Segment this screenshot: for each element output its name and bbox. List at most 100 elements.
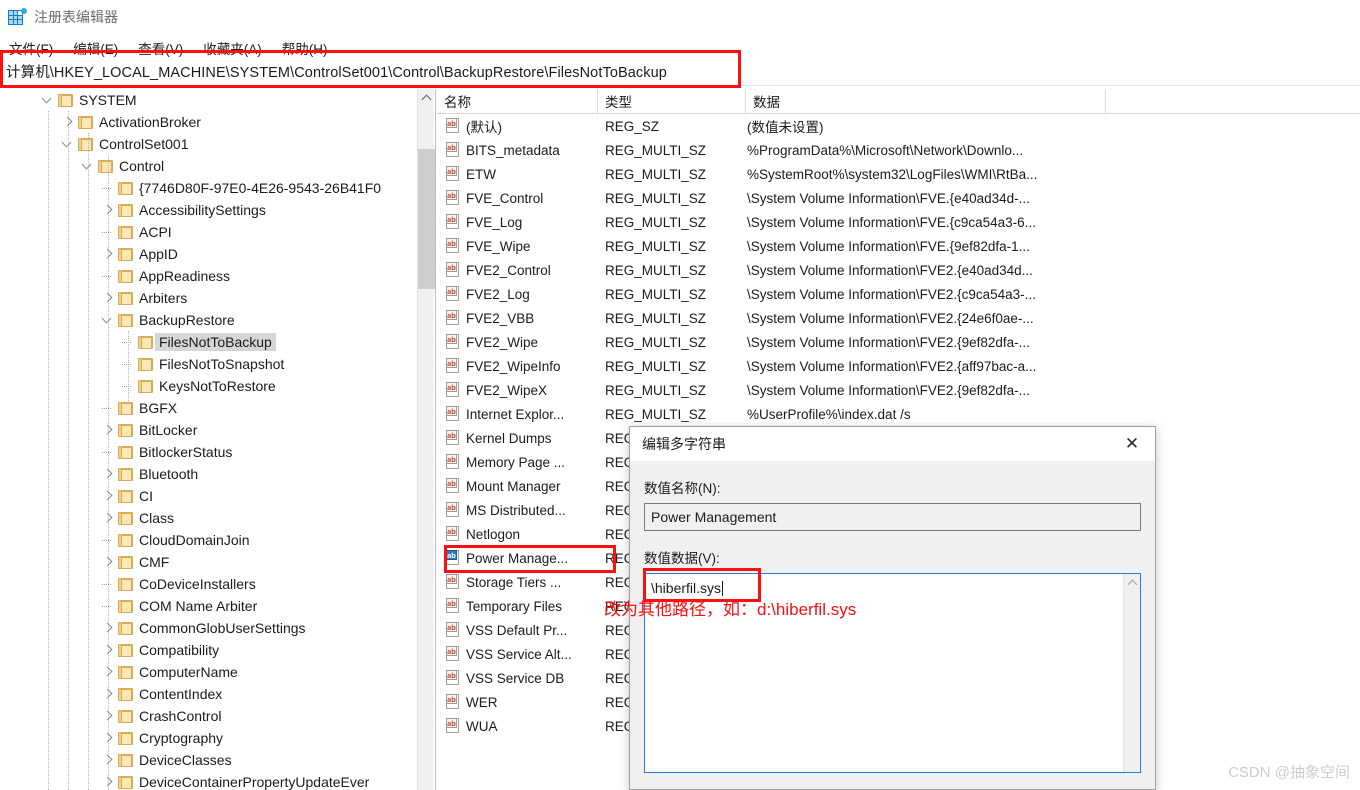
tree-item-clouddomainjoin[interactable]: CloudDomainJoin [0,529,420,551]
tree-item-arbiters[interactable]: Arbiters [0,287,420,309]
tree-item-computername[interactable]: ComputerName [0,661,420,683]
table-row[interactable]: ab (默认) REG_SZ (数值未设置) [437,114,1360,138]
folder-icon [118,643,133,657]
folder-icon [118,731,133,745]
tree-item-class[interactable]: Class [0,507,420,529]
cell-name: Netlogon [466,526,521,542]
tree-item-accessibilitysettings[interactable]: AccessibilitySettings [0,199,420,221]
tree-item-label: CrashControl [139,708,222,724]
tree-item-acpi[interactable]: ACPI [0,221,420,243]
textarea-scroll-up-icon[interactable] [1124,574,1140,591]
cell-data: (数值未设置) [747,120,824,135]
cell-name: FVE2_Control [466,262,551,278]
column-header-type[interactable]: 类型 [597,89,745,113]
cell-name: FVE_Wipe [466,238,531,254]
tree-item-devicecontainerpropertyupdateever[interactable]: DeviceContainerPropertyUpdateEver [0,771,420,790]
value-name-input[interactable]: Power Management [644,503,1141,531]
table-row[interactable]: ab FVE_Control REG_MULTI_SZ \System Volume … [437,186,1360,210]
address-bar[interactable]: 计算机\HKEY_LOCAL_MACHINE\SYSTEM\ControlSet… [0,58,1360,86]
tree-item-bluetooth[interactable]: Bluetooth [0,463,420,485]
column-header-name[interactable]: 名称 [437,89,597,113]
cell-name: FVE2_WipeInfo [466,358,561,374]
tree-item-com-name-arbiter[interactable]: COM Name Arbiter [0,595,420,617]
folder-icon [78,115,93,129]
scroll-up-icon[interactable] [418,89,435,106]
tree-item-controlset001[interactable]: ControlSet001 [0,133,420,155]
table-row[interactable]: ab FVE_Log REG_MULTI_SZ \System Volume Info… [437,210,1360,234]
cell-name: BITS_metadata [466,142,560,158]
tree-item-compatibility[interactable]: Compatibility [0,639,420,661]
tree-item-filesnottosnapshot[interactable]: FilesNotToSnapshot [0,353,420,375]
registry-editor-icon [8,8,27,26]
tree-item-7746d80f-97e0-4e26-9543-26b41f0[interactable]: {7746D80F-97E0-4E26-9543-26B41F0 [0,177,420,199]
table-row[interactable]: ab FVE2_Control REG_MULTI_SZ \System Volume… [437,258,1360,282]
tree-scrollbar-thumb[interactable] [418,149,435,289]
table-row[interactable]: ab ETW REG_MULTI_SZ %SystemRoot%\system32\L… [437,162,1360,186]
string-value-icon: ab [446,502,461,518]
tree-item-activationbroker[interactable]: ActivationBroker [0,111,420,133]
menu-favorites[interactable]: 收藏夹(A) [200,38,265,58]
folder-icon [118,709,133,723]
table-row[interactable]: ab FVE2_WipeX REG_MULTI_SZ \System Volume I… [437,378,1360,402]
table-row[interactable]: ab BITS_metadata REG_MULTI_SZ %ProgramData%… [437,138,1360,162]
tree-item-codeviceinstallers[interactable]: CoDeviceInstallers [0,573,420,595]
menu-bar: 文件(F) 编辑(E) 查看(V) 收藏夹(A) 帮助(H) [0,38,1360,58]
tree-item-deviceclasses[interactable]: DeviceClasses [0,749,420,771]
tree-item-cmf[interactable]: CMF [0,551,420,573]
cell-data: \System Volume Information\FVE2.{aff97ba… [747,358,1037,374]
menu-edit[interactable]: 编辑(E) [70,38,121,58]
folder-icon [118,775,133,789]
table-row[interactable]: ab FVE2_Log REG_MULTI_SZ \System Volume Inf… [437,282,1360,306]
tree-item-label: ComputerName [139,664,238,680]
cell-type: REG_MULTI_SZ [605,334,707,350]
tree-item-cryptography[interactable]: Cryptography [0,727,420,749]
menu-file[interactable]: 文件(F) [6,38,56,58]
folder-icon [138,379,153,393]
cell-name: WER [466,694,498,710]
tree-item-appid[interactable]: AppID [0,243,420,265]
chevron-down-icon[interactable] [40,92,56,108]
folder-icon [118,181,133,195]
tree-item-label: FilesNotToBackup [155,333,276,351]
tree-item-contentindex[interactable]: ContentIndex [0,683,420,705]
menu-help[interactable]: 帮助(H) [279,38,331,58]
table-row[interactable]: ab FVE2_VBB REG_MULTI_SZ \System Volume Inf… [437,306,1360,330]
tree-item-bgfx[interactable]: BGFX [0,397,420,419]
tree-item-keysnottorestore[interactable]: KeysNotToRestore [0,375,420,397]
tree-item-backuprestore[interactable]: BackupRestore [0,309,420,331]
column-header-data[interactable]: 数据 [745,89,1105,113]
table-row[interactable]: ab FVE2_Wipe REG_MULTI_SZ \System Volume In… [437,330,1360,354]
tree-item-label: KeysNotToRestore [159,378,276,394]
tree-item-commonglobusersettings[interactable]: CommonGlobUserSettings [0,617,420,639]
tree-item-label: {7746D80F-97E0-4E26-9543-26B41F0 [139,180,382,196]
string-value-icon: ab [446,670,461,686]
tree-item-label: ActivationBroker [99,114,201,130]
tree-item-filesnottobackup[interactable]: FilesNotToBackup [0,331,420,353]
tree-item-bitlocker[interactable]: BitLocker [0,419,420,441]
folder-icon [118,313,133,327]
textarea-scrollbar[interactable] [1123,574,1140,772]
tree-item-ci[interactable]: CI [0,485,420,507]
tree-item-label: SYSTEM [79,92,137,108]
menu-view[interactable]: 查看(V) [135,38,186,58]
tree-item-appreadiness[interactable]: AppReadiness [0,265,420,287]
cell-name: FVE2_Wipe [466,334,539,350]
tree-item-system[interactable]: SYSTEM [0,89,420,111]
tree-item-label: BackupRestore [139,312,235,328]
tree-guide-line [68,111,69,790]
tree-item-label: AppID [139,246,178,262]
tree-item-label: CMF [139,554,170,570]
tree-item-crashcontrol[interactable]: CrashControl [0,705,420,727]
folder-icon [118,577,133,591]
close-icon[interactable]: ✕ [1109,427,1155,461]
tree-item-control[interactable]: Control [0,155,420,177]
string-value-icon: ab [446,214,461,230]
table-row[interactable]: ab FVE2_WipeInfo REG_MULTI_SZ \System Volum… [437,354,1360,378]
tree-item-bitlockerstatus[interactable]: BitlockerStatus [0,441,420,463]
string-value-icon: ab [446,262,461,278]
tree-scrollbar[interactable] [417,89,435,790]
tree-item-label: BitLocker [139,422,198,438]
text-caret [722,581,724,596]
table-row[interactable]: ab Internet Explor... REG_MULTI_SZ %UserPro… [437,402,1360,426]
table-row[interactable]: ab FVE_Wipe REG_MULTI_SZ \System Volume Inf… [437,234,1360,258]
